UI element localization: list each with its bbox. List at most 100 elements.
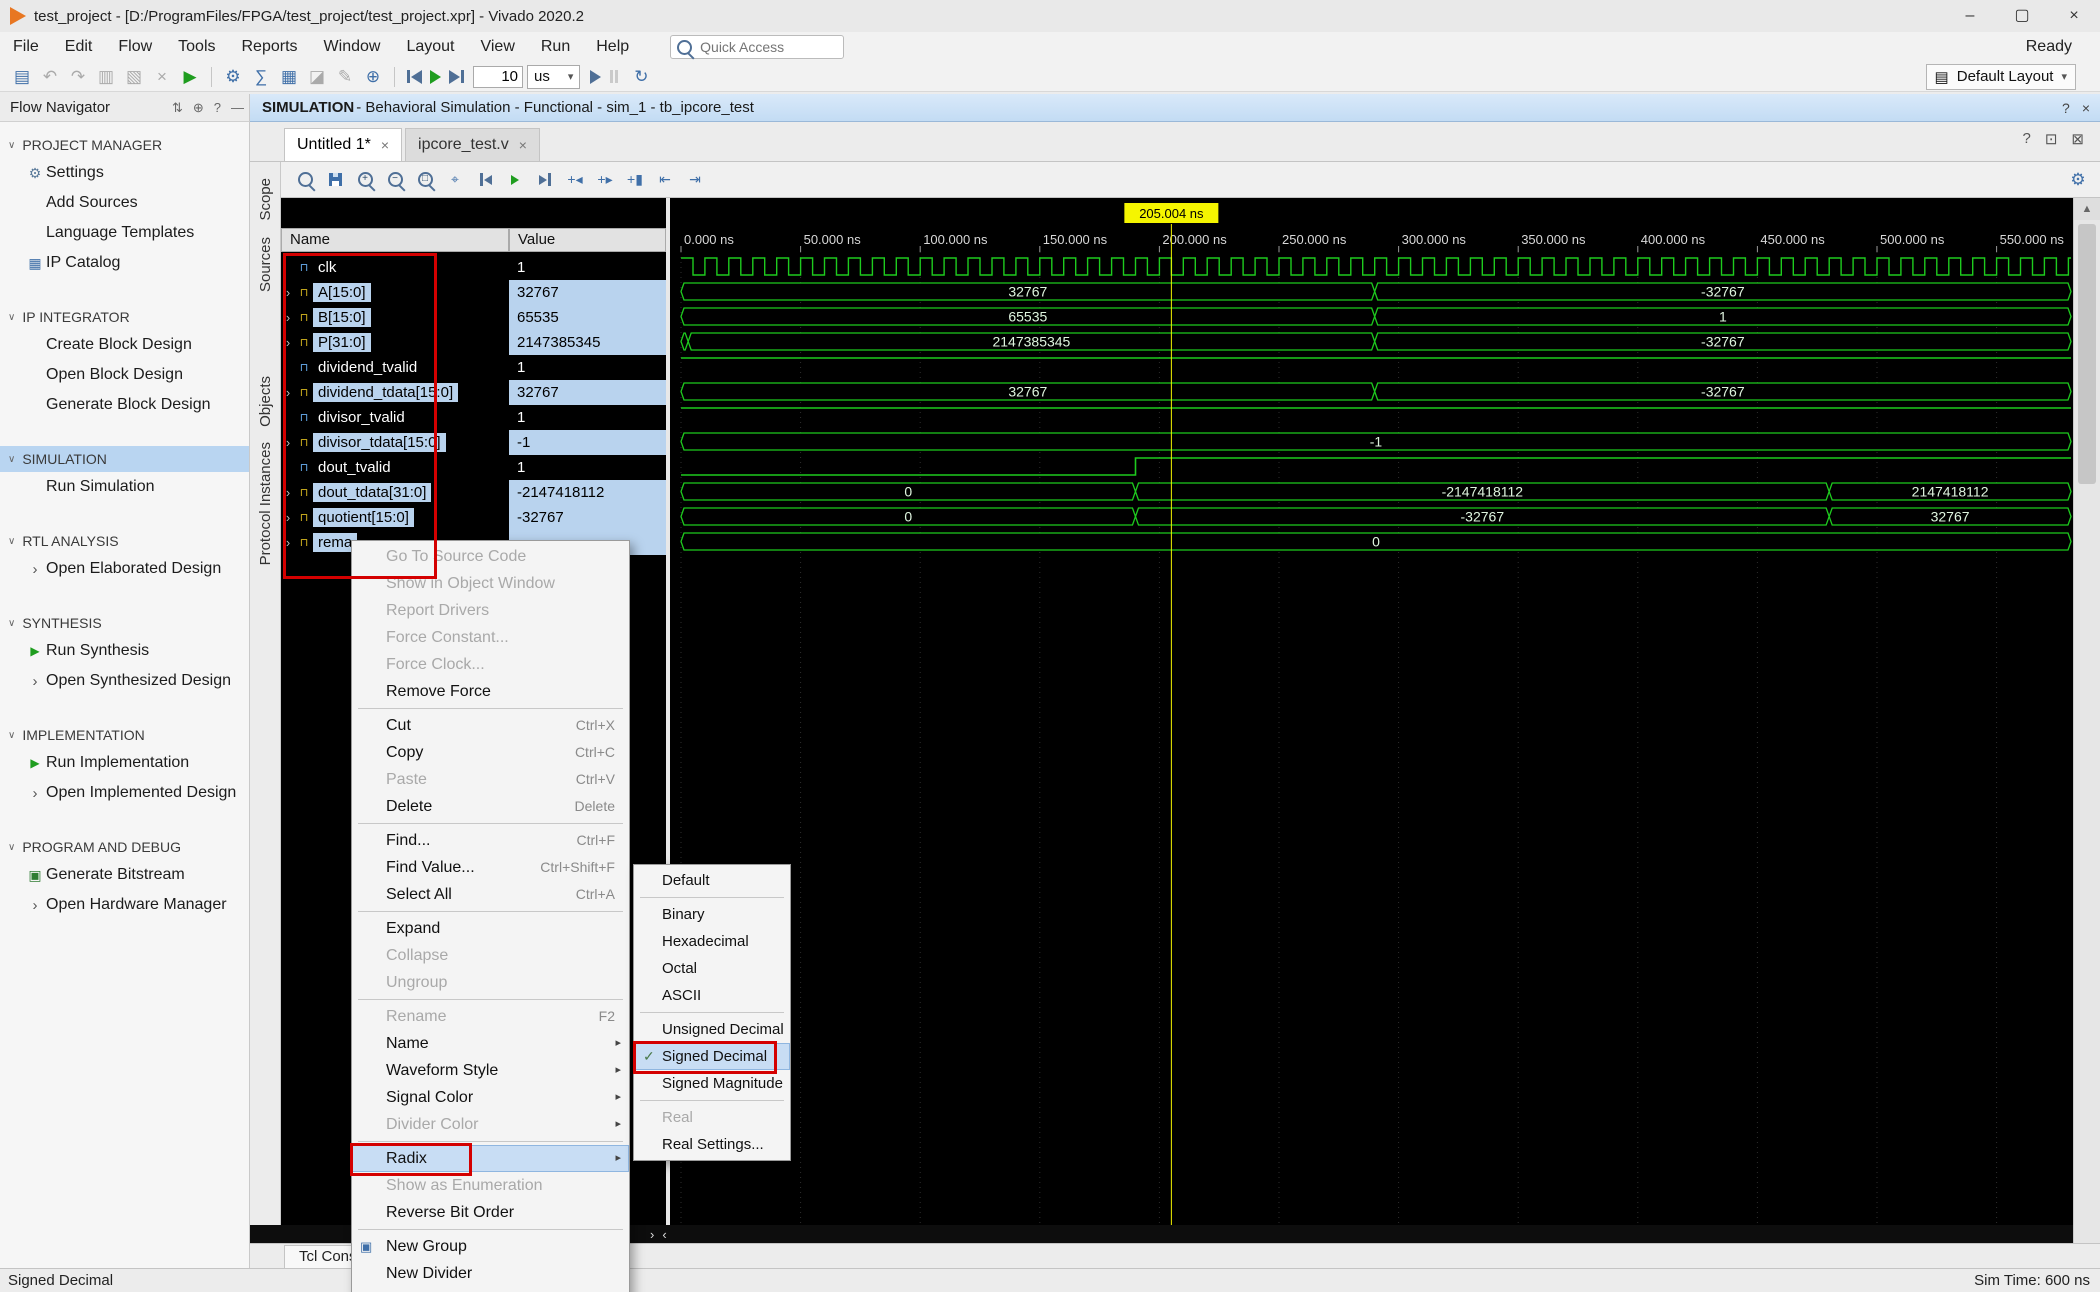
menu-item-delete[interactable]: DeleteDelete xyxy=(352,793,629,820)
menu-item-hexadecimal[interactable]: Hexadecimal xyxy=(634,928,790,955)
splitter-collapse-icon[interactable]: ‹ xyxy=(662,1227,666,1242)
signal-value-dividend-tvalid[interactable]: 1 xyxy=(509,355,666,380)
restart-simulation-icon[interactable] xyxy=(406,70,422,84)
maximize-panel-icon[interactable]: ⊠ xyxy=(2071,130,2084,148)
flownav-item-ip-catalog[interactable]: ▦IP Catalog xyxy=(0,248,249,278)
menu-item-paste[interactable]: PasteCtrl+V xyxy=(352,766,629,793)
menu-item-select-all[interactable]: Select AllCtrl+A xyxy=(352,881,629,908)
flownav-item-open-block-design[interactable]: Open Block Design xyxy=(0,360,249,390)
menu-reports[interactable]: Reports xyxy=(229,32,311,62)
zoom-fit-icon[interactable]: □ xyxy=(413,168,437,192)
menu-item-reverse-bit-order[interactable]: Reverse Bit Order xyxy=(352,1199,629,1226)
flownav-item-open-elaborated-design[interactable]: ›Open Elaborated Design xyxy=(0,554,249,584)
signal-row-p-31-0[interactable]: ›⊓P[31:0] xyxy=(281,330,509,355)
signal-row-dout-tvalid[interactable]: ⊓dout_tvalid xyxy=(281,455,509,480)
flownav-header-simulation[interactable]: ∨SIMULATION xyxy=(0,446,249,472)
add-marker-left-icon[interactable]: +◂ xyxy=(563,168,587,192)
menu-tools[interactable]: Tools xyxy=(165,32,228,62)
copy-icon[interactable]: ▥ xyxy=(93,65,119,89)
menu-item-cut[interactable]: CutCtrl+X xyxy=(352,712,629,739)
menu-item-ungroup[interactable]: Ungroup xyxy=(352,969,629,996)
menu-item-force-constant[interactable]: Force Constant... xyxy=(352,624,629,651)
panel-tab-objects[interactable]: Objects xyxy=(257,376,274,427)
close-button[interactable]: × xyxy=(2048,0,2100,32)
menu-item-remove-force[interactable]: Remove Force xyxy=(352,678,629,705)
close-icon[interactable]: × xyxy=(2082,100,2090,116)
menu-item-find[interactable]: Find...Ctrl+F xyxy=(352,827,629,854)
simulation-time-input[interactable] xyxy=(473,66,523,88)
previous-transition-icon[interactable] xyxy=(473,168,497,192)
play-icon[interactable] xyxy=(503,168,527,192)
maximize-button[interactable]: ▢ xyxy=(1996,0,2048,32)
run-all-icon[interactable] xyxy=(430,70,441,84)
wave-divisor-tdata-15-0[interactable]: -1 xyxy=(681,433,2071,450)
help-icon[interactable]: ? xyxy=(2062,100,2070,116)
signal-row-divisor-tdata-15-0[interactable]: ›⊓divisor_tdata[15:0] xyxy=(281,430,509,455)
undo-icon[interactable]: ↶ xyxy=(37,65,63,89)
menu-item-go-to-source-code[interactable]: Go To Source Code xyxy=(352,543,629,570)
menu-item-real[interactable]: Real xyxy=(634,1104,790,1131)
signal-value-dout-tvalid[interactable]: 1 xyxy=(509,455,666,480)
next-transition-icon[interactable] xyxy=(533,168,557,192)
signal-value-p-31-0[interactable]: 2147385345 xyxy=(509,330,666,355)
name-column-header[interactable]: Name xyxy=(281,228,509,252)
signal-value-dividend-tdata-15-0[interactable]: 32767 xyxy=(509,380,666,405)
menu-layout[interactable]: Layout xyxy=(393,32,467,62)
menu-window[interactable]: Window xyxy=(311,32,394,62)
menu-item-signed-decimal[interactable]: ✓Signed Decimal xyxy=(634,1043,790,1070)
insert-marker-icon[interactable]: +▮ xyxy=(623,168,647,192)
collapse-all-icon[interactable]: ⇅ xyxy=(167,100,188,116)
menu-item-binary[interactable]: Binary xyxy=(634,901,790,928)
menu-item-octal[interactable]: Octal xyxy=(634,955,790,982)
float-window-icon[interactable]: ⊡ xyxy=(2045,130,2058,148)
tab-ipcore-test-v[interactable]: ipcore_test.v× xyxy=(405,128,540,161)
signal-value-divisor-tvalid[interactable]: 1 xyxy=(509,405,666,430)
menu-item-show-as-enumeration[interactable]: Show as Enumeration xyxy=(352,1172,629,1199)
flownav-header-rtl-analysis[interactable]: ∨RTL ANALYSIS xyxy=(0,528,249,554)
quick-access-input[interactable] xyxy=(698,38,812,56)
menu-item-real-settings[interactable]: Real Settings... xyxy=(634,1131,790,1158)
menu-item-new-virtual-bus[interactable]: ▦New Virtual Bus xyxy=(352,1287,629,1292)
vertical-scrollbar[interactable]: ▲ xyxy=(2073,198,2100,1243)
menu-item-show-in-object-window[interactable]: Show in Object Window xyxy=(352,570,629,597)
layout-select[interactable]: ▤Default Layout▾ xyxy=(1926,64,2076,90)
menu-help[interactable]: Help xyxy=(583,32,642,62)
sum-report-icon[interactable]: ∑ xyxy=(248,65,274,89)
menu-item-ascii[interactable]: ASCII xyxy=(634,982,790,1009)
scrollbar-thumb[interactable] xyxy=(2078,224,2096,484)
signal-value-clk[interactable]: 1 xyxy=(509,255,666,280)
panel-tab-sources[interactable]: Sources xyxy=(257,237,274,292)
redo-icon[interactable]: ↷ xyxy=(65,65,91,89)
flownav-item-run-simulation[interactable]: Run Simulation xyxy=(0,472,249,502)
menu-item-rename[interactable]: RenameF2 xyxy=(352,1003,629,1030)
menu-run[interactable]: Run xyxy=(528,32,583,62)
menu-item-radix[interactable]: Radix▸ xyxy=(352,1145,629,1172)
panel-tab-scope[interactable]: Scope xyxy=(257,178,274,221)
edit-icon[interactable]: ✎ xyxy=(332,65,358,89)
step-icon[interactable] xyxy=(449,70,465,84)
waveform-canvas[interactable]: 0.000 ns50.000 ns100.000 ns150.000 ns200… xyxy=(670,198,2073,1225)
menu-item-force-clock[interactable]: Force Clock... xyxy=(352,651,629,678)
help-icon[interactable]: ? xyxy=(209,100,226,115)
flownav-item-open-implemented-design[interactable]: ›Open Implemented Design xyxy=(0,778,249,808)
menu-item-unsigned-decimal[interactable]: Unsigned Decimal xyxy=(634,1016,790,1043)
flownav-item-run-synthesis[interactable]: ▶Run Synthesis xyxy=(0,636,249,666)
menu-item-new-divider[interactable]: New Divider xyxy=(352,1260,629,1287)
signal-row-a-15-0[interactable]: ›⊓A[15:0] xyxy=(281,280,509,305)
quick-access-search[interactable] xyxy=(670,35,844,59)
flownav-item-add-sources[interactable]: Add Sources xyxy=(0,188,249,218)
menu-item-divider-color[interactable]: Divider Color▸ xyxy=(352,1111,629,1138)
menu-item-report-drivers[interactable]: Report Drivers xyxy=(352,597,629,624)
menu-file[interactable]: File xyxy=(0,32,52,62)
find-icon[interactable] xyxy=(293,168,317,192)
save-waveform-icon[interactable] xyxy=(323,168,347,192)
splitter-expand-icon[interactable]: › xyxy=(650,1227,654,1242)
menu-item-default[interactable]: Default xyxy=(634,867,790,894)
menu-item-name[interactable]: Name▸ xyxy=(352,1030,629,1057)
add-marker-right-icon[interactable]: +▸ xyxy=(593,168,617,192)
flownav-item-language-templates[interactable]: Language Templates xyxy=(0,218,249,248)
probe-tools-icon[interactable]: ⊕ xyxy=(360,65,386,89)
signal-value-quotient-15-0[interactable]: -32767 xyxy=(509,505,666,530)
signal-value-b-15-0[interactable]: 65535 xyxy=(509,305,666,330)
menu-flow[interactable]: Flow xyxy=(105,32,165,62)
